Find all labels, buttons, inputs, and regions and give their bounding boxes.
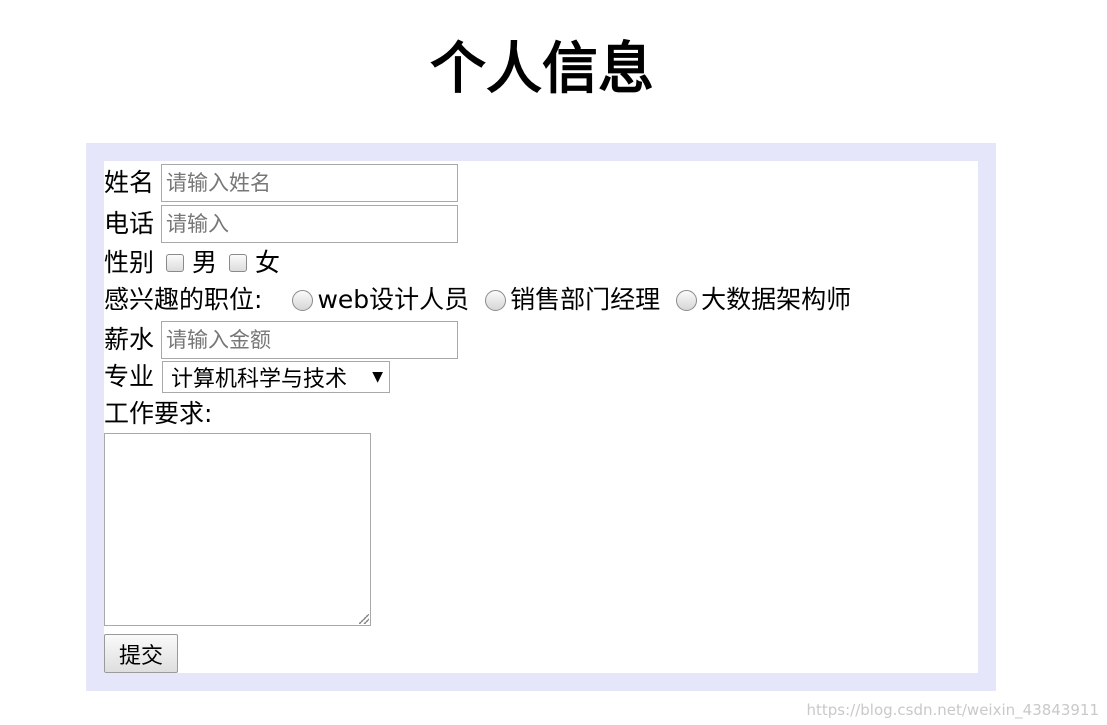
gender-female-checkbox[interactable] [229,254,248,272]
phone-input[interactable] [161,205,459,243]
chevron-down-icon: ▼ [372,369,384,385]
page-title: 个人信息 [430,37,654,102]
position-sales-label: 销售部门经理 [510,285,661,314]
resize-grip-icon[interactable] [359,614,369,624]
salary-input[interactable] [161,321,459,359]
position-bigdata-label: 大数据架构师 [701,285,852,314]
name-input[interactable] [161,164,459,202]
position-web-radio[interactable] [292,289,314,311]
gender-row: 性别 男 女 [104,247,280,279]
salary-row: 薪水 [104,321,459,359]
major-select[interactable]: 计算机科学与技术 ▼ [162,361,391,393]
requirements-label: 工作要求: [104,399,213,428]
gender-male-checkbox[interactable] [166,254,185,272]
major-row: 专业 计算机科学与技术 ▼ [104,361,391,393]
requirements-row: 工作要求: [104,398,212,430]
name-label: 姓名 [104,168,155,197]
submit-button[interactable]: 提交 [104,634,178,673]
phone-label: 电话 [104,209,155,238]
position-row: 感兴趣的职位: web设计人员 销售部门经理 大数据架构师 [104,284,851,316]
phone-row: 电话 [104,205,459,243]
position-sales-radio[interactable] [485,289,507,311]
gender-label: 性别 [104,248,155,277]
info-form: 姓名 电话 性别 男 女 感兴趣的职位: web设计人员 销售部门经理 大数据架… [104,161,978,673]
gender-female-label: 女 [255,248,281,277]
form-frame: 姓名 电话 性别 男 女 感兴趣的职位: web设计人员 销售部门经理 大数据架… [86,143,996,691]
salary-label: 薪水 [104,325,155,354]
requirements-textarea[interactable] [104,433,371,626]
major-label: 专业 [104,362,155,391]
name-row: 姓名 [104,164,459,202]
position-web-label: web设计人员 [317,285,470,314]
position-bigdata-radio[interactable] [676,289,698,311]
position-label: 感兴趣的职位: [104,285,263,314]
major-selected-value: 计算机科学与技术 [171,367,348,392]
watermark: https://blog.csdn.net/weixin_43843911 [806,701,1099,719]
gender-male-label: 男 [192,248,218,277]
